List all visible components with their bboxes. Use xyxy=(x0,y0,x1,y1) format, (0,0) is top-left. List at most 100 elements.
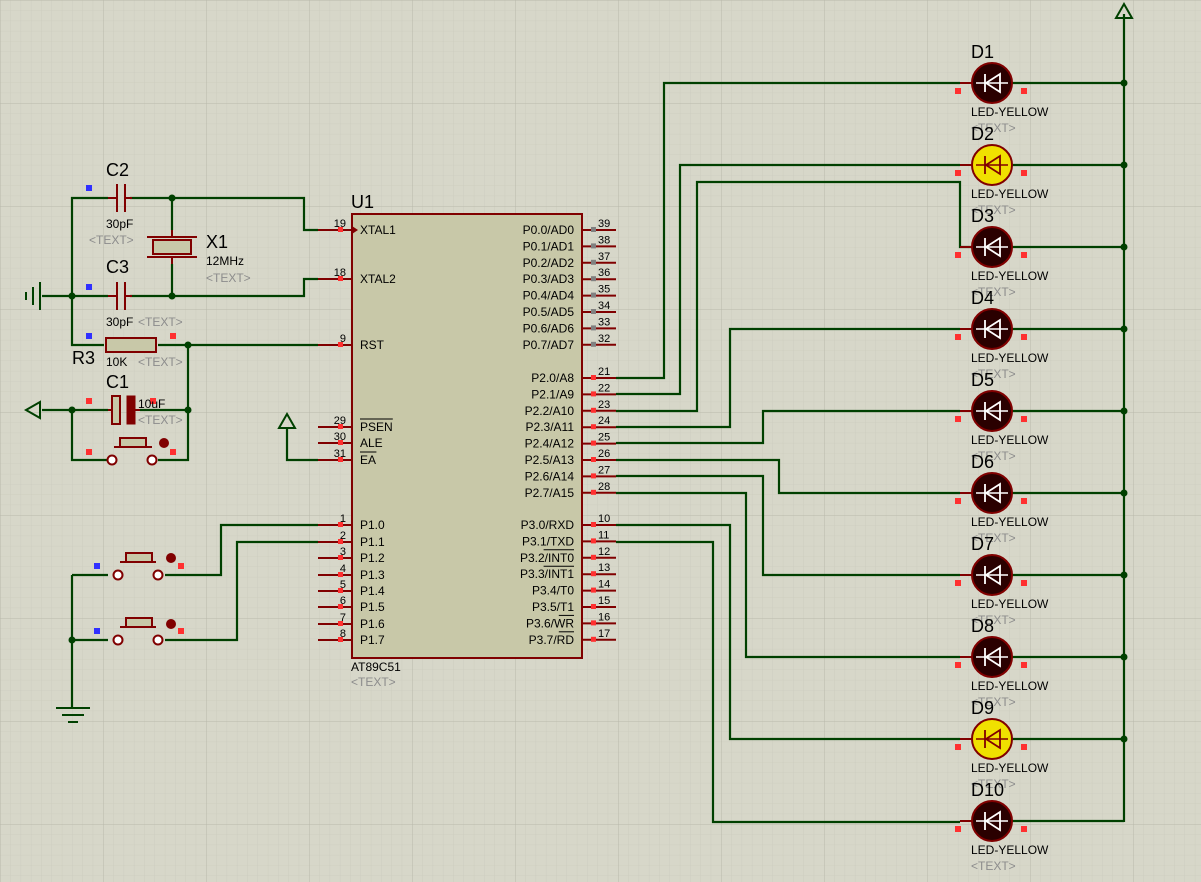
mcu-pin-label: P1.4 xyxy=(360,584,385,598)
led-part: LED-YELLOW xyxy=(971,761,1049,775)
c1-text: <TEXT> xyxy=(138,413,183,427)
mcu-pin-number: 6 xyxy=(340,595,346,607)
led-part: LED-YELLOW xyxy=(971,105,1049,119)
mcu-pin-number: 29 xyxy=(334,415,346,427)
mcu-text: <TEXT> xyxy=(351,675,396,689)
led-part: LED-YELLOW xyxy=(971,679,1049,693)
mcu-pin-label: P1.2 xyxy=(360,551,385,565)
mcu-pin-number: 2 xyxy=(340,530,346,542)
mcu-pin-label: P1.7 xyxy=(360,633,385,647)
mcu-part: AT89C51 xyxy=(351,660,401,674)
mcu-pin-label: P1.3 xyxy=(360,568,385,582)
mcu-pin-number: 18 xyxy=(334,267,346,279)
led-part: LED-YELLOW xyxy=(971,515,1049,529)
c3-pin-marker xyxy=(86,284,92,290)
mcu-pin-label: XTAL2 xyxy=(360,272,396,286)
c2-value: 30pF xyxy=(106,217,133,231)
c3-text: <TEXT> xyxy=(138,315,183,329)
mcu-pin-number: 21 xyxy=(598,366,610,378)
r3-ref: R3 xyxy=(72,348,95,368)
r3-text: <TEXT> xyxy=(138,355,183,369)
mcu-ref: U1 xyxy=(351,192,374,212)
mcu-pin-label: XTAL1 xyxy=(360,223,396,237)
mcu-pin-number: 23 xyxy=(598,399,610,411)
led-part: LED-YELLOW xyxy=(971,187,1049,201)
c1-ref: C1 xyxy=(106,372,129,392)
mcu-pin-number: 7 xyxy=(340,612,346,624)
led-ref: D5 xyxy=(971,370,994,390)
x1-ref: X1 xyxy=(206,232,228,252)
led-ref: D6 xyxy=(971,452,994,472)
mcu-pin-number: 3 xyxy=(340,546,346,558)
mcu-pin-label: PSEN xyxy=(360,420,393,434)
mcu-pin-label: P0.4/AD4 xyxy=(523,289,575,303)
mcu-pin-number: 16 xyxy=(598,611,610,623)
mcu-pin-label: P3.3/INT1 xyxy=(520,567,574,581)
mcu-pin-number: 8 xyxy=(340,628,346,640)
c2-pin-marker xyxy=(86,185,92,191)
push-button-p11-actuator-icon[interactable] xyxy=(166,619,176,629)
mcu-pin-label: P3.0/RXD xyxy=(521,518,575,532)
push-button-p10-actuator-icon[interactable] xyxy=(166,553,176,563)
mcu-pin-label: P2.3/A11 xyxy=(526,420,575,434)
mcu-pin-label: P2.5/A13 xyxy=(525,453,575,467)
mcu-pin-label: P2.1/A9 xyxy=(531,387,574,401)
r3-pin-marker-right xyxy=(170,333,176,339)
led-text: <TEXT> xyxy=(971,859,1016,873)
c1-value: 10uF xyxy=(138,397,165,411)
mcu-pin-label: EA xyxy=(360,453,376,467)
mcu-pin-number: 14 xyxy=(598,579,610,591)
schematic-canvas[interactable]: U1 AT89C51 <TEXT> 19 XTAL118 XTAL29 RST29 PS… xyxy=(0,0,1201,882)
led-part: LED-YELLOW xyxy=(971,269,1049,283)
led-ref: D4 xyxy=(971,288,994,308)
mcu-pin-label: P1.0 xyxy=(360,518,385,532)
c2-text: <TEXT> xyxy=(89,233,134,247)
mcu-pin-number: 4 xyxy=(340,563,346,575)
led-part: LED-YELLOW xyxy=(971,843,1049,857)
mcu-pin-label: P0.0/AD0 xyxy=(523,223,575,237)
mcu-pin-label: P2.6/A14 xyxy=(525,469,575,483)
led-part: LED-YELLOW xyxy=(971,351,1049,365)
led-ref: D8 xyxy=(971,616,994,636)
mcu-pin-label: P3.7/RD xyxy=(529,633,575,647)
mcu-pin-label: P3.1/TXD xyxy=(522,534,574,548)
mcu-pin-label: ALE xyxy=(360,436,383,450)
led-part: LED-YELLOW xyxy=(971,597,1049,611)
mcu-pin-label: P2.7/A15 xyxy=(525,486,575,500)
mcu-pin-number: 35 xyxy=(598,284,610,296)
mcu-pin-label: P0.1/AD1 xyxy=(523,239,575,253)
mcu-pin-label: P3.4/T0 xyxy=(532,584,574,598)
mcu-pin-number: 9 xyxy=(340,333,346,345)
mcu-pin-number: 30 xyxy=(334,431,346,443)
mcu-pin-label: P3.5/T1 xyxy=(532,600,574,614)
mcu-pin-number: 26 xyxy=(598,448,610,460)
mcu-pin-label: P2.0/A8 xyxy=(531,371,574,385)
mcu-pin-number: 31 xyxy=(334,448,346,460)
r3-pin-marker-left xyxy=(86,333,92,339)
led-ref: D1 xyxy=(971,42,994,62)
mcu-pin-number: 39 xyxy=(598,218,610,230)
mcu-pin-label: P1.5 xyxy=(360,600,385,614)
mcu-pin-number: 11 xyxy=(598,529,609,541)
mcu-pin-number: 36 xyxy=(598,267,610,279)
mcu-pin-label: P2.2/A10 xyxy=(525,404,575,418)
mcu-pin-label: P0.6/AD6 xyxy=(523,321,575,335)
c1-pin-marker-left xyxy=(86,398,92,404)
mcu-pin-label: P2.4/A12 xyxy=(525,437,575,451)
mcu-pin-label: RST xyxy=(360,338,385,352)
mcu-pin-label: P0.3/AD3 xyxy=(523,272,575,286)
mcu-pin-number: 32 xyxy=(598,333,610,345)
mcu-pin-label: P3.6/WR xyxy=(526,616,574,630)
mcu-pin-label: P0.5/AD5 xyxy=(523,305,575,319)
mcu-pin-number: 5 xyxy=(340,579,346,591)
mcu-pin-number: 27 xyxy=(598,464,610,476)
mcu-pin-number: 34 xyxy=(598,300,610,312)
mcu-pin-label: P0.7/AD7 xyxy=(523,338,575,352)
mcu-pin-number: 1 xyxy=(340,513,346,525)
mcu-pin-label: P1.1 xyxy=(360,535,385,549)
reset-button-actuator-icon[interactable] xyxy=(159,438,169,448)
mcu-u1[interactable]: U1 AT89C51 <TEXT> 19 XTAL118 XTAL29 RST29 PS… xyxy=(318,192,616,689)
mcu-pin-number: 37 xyxy=(598,251,610,263)
mcu-pin-number: 33 xyxy=(598,316,610,328)
mcu-pin-number: 24 xyxy=(598,415,610,427)
